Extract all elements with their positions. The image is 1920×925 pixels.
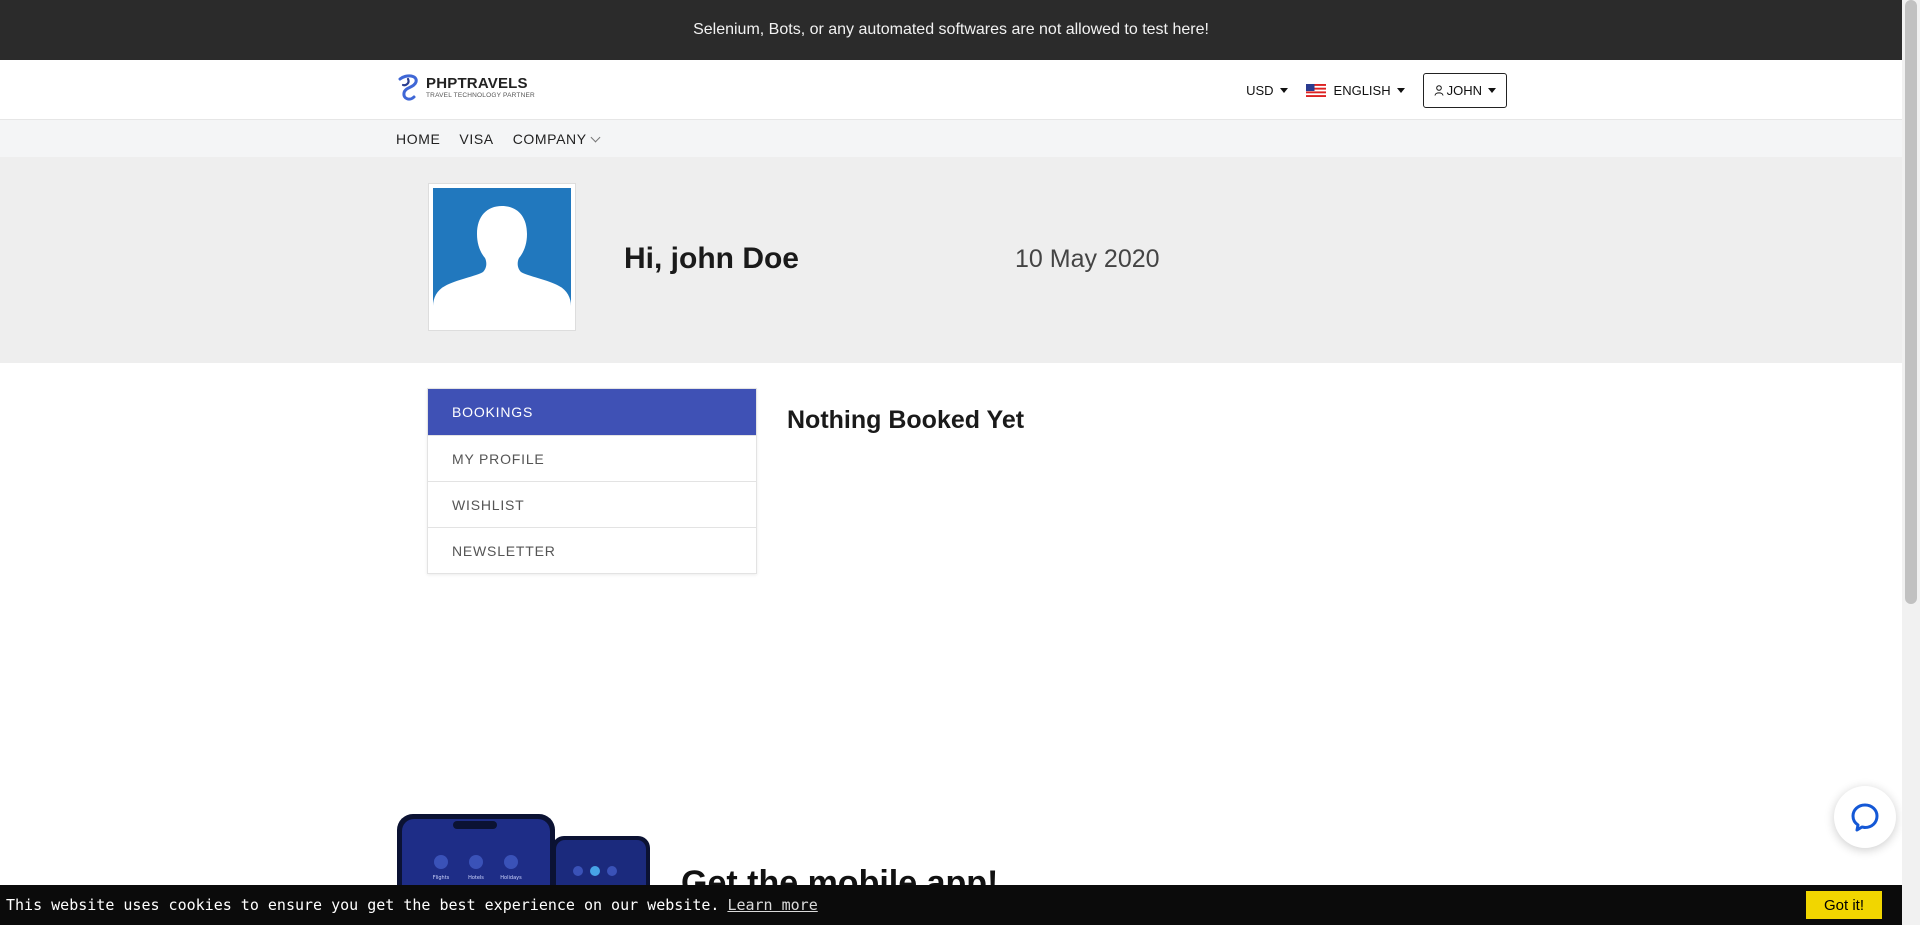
menu-item-wishlist[interactable]: WISHLIST	[428, 481, 756, 527]
user-account-button[interactable]: JOHN	[1422, 73, 1507, 108]
currency-label: USD	[1246, 83, 1274, 98]
warning-message: Selenium, Bots, or any automated softwar…	[693, 21, 1209, 38]
nav-company[interactable]: COMPANY	[512, 130, 601, 147]
logo[interactable]: PHPTRAVELS TRAVEL TECHNOLOGY PARTNER	[396, 73, 535, 103]
live-chat-button[interactable]	[1834, 786, 1896, 848]
phone-label-flights: Flights	[433, 875, 450, 881]
cookie-consent-bar: This website uses cookies to ensure you …	[0, 885, 1902, 925]
bookings-empty-title: Nothing Booked Yet	[787, 406, 1025, 434]
language-label: ENGLISH	[1333, 83, 1391, 98]
header: PHPTRAVELS TRAVEL TECHNOLOGY PARTNER USD…	[0, 60, 1902, 120]
currency-dropdown[interactable]: USD	[1246, 83, 1288, 98]
page-scrollbar[interactable]	[1902, 0, 1920, 925]
logo-name: PHPTRAVELS	[426, 75, 528, 93]
top-warning-bar: Selenium, Bots, or any automated softwar…	[0, 0, 1902, 60]
logo-tagline: TRAVEL TECHNOLOGY PARTNER	[426, 92, 535, 100]
caret-down-icon	[1396, 88, 1405, 93]
account-menu: BOOKINGS MY PROFILE WISHLIST NEWSLETTER	[427, 388, 757, 574]
nav-company-label: COMPANY	[512, 130, 587, 147]
current-date: 10 May 2020	[1015, 245, 1160, 273]
greeting-heading: Hi, john Doe	[624, 242, 799, 275]
scrollbar-thumb[interactable]	[1905, 0, 1917, 604]
nav-visa[interactable]: VISA	[459, 131, 493, 147]
menu-item-newsletter[interactable]: NEWSLETTER	[428, 527, 756, 573]
logo-icon	[398, 74, 418, 101]
cookie-learn-more-link[interactable]: Learn more	[727, 896, 817, 914]
language-dropdown[interactable]: ENGLISH	[1305, 83, 1405, 98]
cookie-accept-button[interactable]: Got it!	[1805, 891, 1882, 919]
profile-banner: Hi, john Doe 10 May 2020	[0, 157, 1902, 363]
caret-down-icon	[1279, 88, 1288, 93]
nav-home[interactable]: HOME	[396, 131, 440, 147]
cookie-message: This website uses cookies to ensure you …	[6, 896, 720, 914]
us-flag-icon	[1305, 84, 1326, 97]
user-name-label: JOHN	[1446, 83, 1482, 98]
avatar	[428, 183, 576, 331]
user-icon	[1434, 85, 1444, 96]
avatar-silhouette-icon	[433, 188, 571, 326]
phone-label-hotels: Hotels	[468, 875, 484, 881]
menu-item-bookings[interactable]: BOOKINGS	[428, 389, 756, 435]
chevron-down-icon	[590, 132, 601, 142]
main-nav: HOME VISA COMPANY	[0, 120, 1902, 157]
caret-down-icon	[1488, 88, 1496, 93]
phone-label-holidays: Holidays	[500, 875, 522, 881]
menu-item-my-profile[interactable]: MY PROFILE	[428, 435, 756, 481]
chat-bubble-icon	[1851, 803, 1879, 832]
